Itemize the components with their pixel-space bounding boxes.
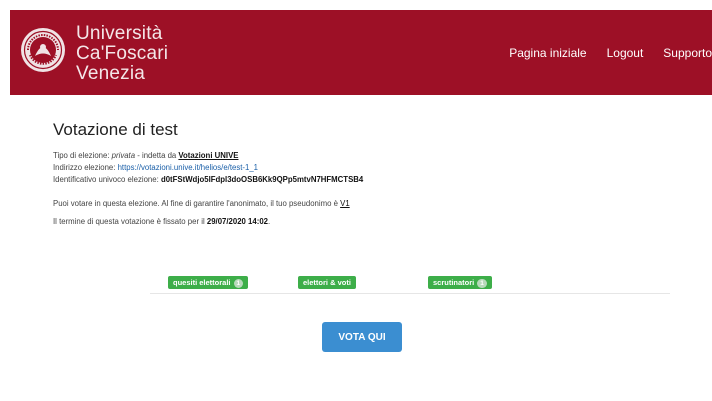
deadline-suffix: .	[268, 217, 271, 226]
site-header: Università Ca'Foscari Venezia Pagina ini…	[10, 10, 712, 95]
tab-questions[interactable]: quesiti elettorali 1	[168, 276, 249, 289]
tab-trustees-label: scrutinatori	[433, 278, 475, 287]
tab-questions-badge: 1	[233, 279, 244, 288]
election-type-value: privata	[111, 151, 136, 160]
tabs-divider	[150, 293, 670, 294]
university-seal-icon	[21, 28, 65, 72]
eligibility-text: Puoi votare in questa elezione. Al fine …	[53, 199, 341, 208]
deadline-prefix: Il termine di questa votazione è fissato…	[53, 217, 207, 226]
election-id-line: Identificativo univoco elezione: d0tFStW…	[53, 174, 673, 186]
tab-voters[interactable]: elettori & voti	[298, 276, 356, 289]
election-url-line: Indirizzo elezione: https://votazioni.un…	[53, 162, 673, 174]
election-type-line: Tipo di elezione: privata - indetta da V…	[53, 150, 673, 162]
deadline-value: 29/07/2020 14:02	[206, 217, 268, 226]
university-name[interactable]: Università Ca'Foscari Venezia	[76, 24, 168, 84]
university-name-line-2: Ca'Foscari	[76, 43, 169, 64]
pseudonym-link[interactable]: V1	[340, 199, 350, 208]
tab-questions-label: quesiti elettorali	[173, 278, 231, 287]
election-id-value: d0tFStWdjo5lFdpl3doOSB6Kk9QPp5mtvN7HFMCT…	[160, 175, 364, 184]
election-id-label: Identificativo univoco elezione:	[53, 175, 161, 184]
nav-support-link[interactable]: Supporto	[663, 46, 712, 60]
tab-voters-label: elettori & voti	[303, 278, 351, 287]
tab-trustees[interactable]: scrutinatori 1	[428, 276, 492, 289]
election-url-label: Indirizzo elezione:	[53, 163, 118, 172]
election-type-mid: - indetta da	[135, 151, 179, 160]
page-title: Votazione di test	[53, 120, 178, 139]
election-url-link[interactable]: https://votazioni.unive.it/helios/e/test…	[118, 163, 258, 172]
university-name-line-1: Università	[76, 23, 163, 44]
eligibility-line: Puoi votare in questa elezione. Al fine …	[53, 198, 673, 210]
election-owner-link[interactable]: Votazioni UNIVE	[178, 151, 238, 160]
vote-button[interactable]: VOTA QUI	[322, 322, 402, 352]
election-details: Votazione di test Tipo di elezione: priv…	[53, 120, 673, 228]
nav-home-link[interactable]: Pagina iniziale	[509, 46, 586, 60]
nav-logout-link[interactable]: Logout	[607, 46, 644, 60]
university-name-line-3: Venezia	[76, 63, 146, 84]
top-nav: Pagina iniziale Logout Supporto	[509, 10, 712, 95]
deadline-line: Il termine di questa votazione è fissato…	[53, 216, 673, 228]
election-type-label: Tipo di elezione:	[53, 151, 112, 160]
tab-trustees-badge: 1	[477, 279, 487, 288]
